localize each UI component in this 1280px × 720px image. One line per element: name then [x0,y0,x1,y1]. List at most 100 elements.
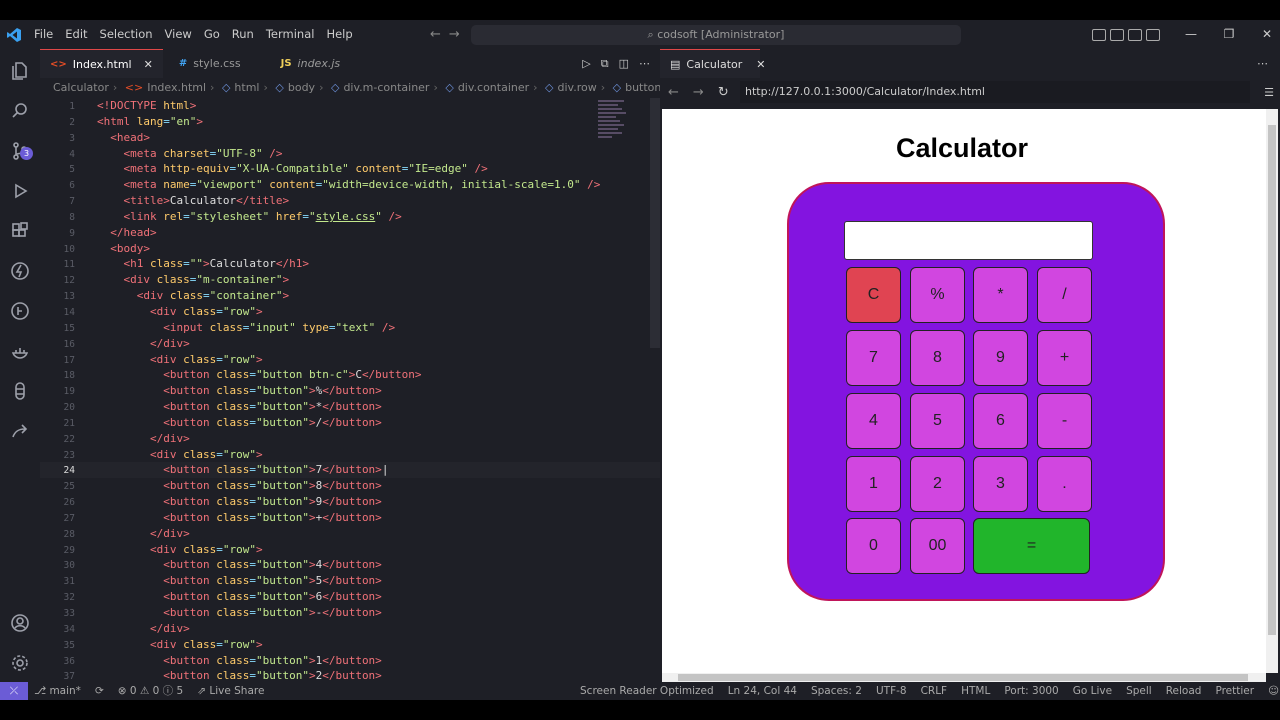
run-debug-icon[interactable] [8,179,32,203]
key-0[interactable]: 0 [846,518,901,574]
reload-button[interactable]: Reload [1166,682,1202,700]
key-3[interactable]: 3 [973,456,1028,512]
back-arrow-icon[interactable]: ← [430,27,441,42]
line-endings[interactable]: CRLF [921,682,948,700]
screen-reader-mode[interactable]: Screen Reader Optimized [580,682,714,700]
account-icon[interactable] [8,611,32,635]
menu-terminal[interactable]: Terminal [260,20,321,49]
feedback-icon[interactable]: ☺ [1268,682,1279,700]
menu-file[interactable]: File [28,20,59,49]
menu-help[interactable]: Help [320,20,358,49]
tab-style-css[interactable]: # style.css [163,49,251,78]
key-plus[interactable]: + [1037,330,1092,386]
forward-arrow-icon[interactable]: → [693,85,704,100]
key-decimal[interactable]: . [1037,456,1092,512]
problems-indicator[interactable]: ⊗ 0 ⚠ 0 ⓘ 5 [118,682,183,700]
customize-layout-icon[interactable] [1146,29,1160,41]
key-clear[interactable]: C [846,267,901,323]
toggle-sidebar-icon[interactable] [1092,29,1106,41]
key-divide[interactable]: / [1037,267,1092,323]
key-1[interactable]: 1 [846,456,901,512]
menu-icon[interactable]: ☰ [1264,78,1274,107]
encoding[interactable]: UTF-8 [876,682,907,700]
restore-icon[interactable]: ❐ [1210,20,1248,49]
forward-arrow-icon[interactable]: → [449,27,460,42]
close-tab-icon[interactable]: ✕ [756,58,765,71]
cursor-position[interactable]: Ln 24, Col 44 [728,682,797,700]
calculator-display-input[interactable] [844,221,1093,260]
menu-view[interactable]: View [159,20,198,49]
key-multiply[interactable]: * [973,267,1028,323]
key-5[interactable]: 5 [910,393,965,449]
code-line: 5 <meta http-equiv="X-UA-Compatible" con… [69,162,488,176]
extensions-icon[interactable] [8,219,32,243]
breadcrumb-item[interactable]: Index.html [147,81,206,94]
breadcrumb-item[interactable]: div.row [558,81,597,94]
menu-go[interactable]: Go [198,20,226,49]
editor-scrollbar[interactable] [650,98,660,348]
sync-icon[interactable]: ⟳ [95,682,104,700]
tab-index-html[interactable]: <> Index.html ✕ [40,49,163,78]
open-preview-icon[interactable]: ⧉ [601,49,609,78]
key-equals[interactable]: = [973,518,1090,574]
split-editor-icon[interactable]: ◫ [619,49,629,78]
reload-icon[interactable]: ↻ [718,85,729,100]
key-4[interactable]: 4 [846,393,901,449]
remote-indicator-icon[interactable]: ⤫ [0,682,28,700]
indentation[interactable]: Spaces: 2 [811,682,862,700]
code-editor[interactable]: 1 <!DOCTYPE html> 2 <html lang="en"> 3 <he… [40,98,660,682]
preview-vertical-scrollbar[interactable] [1266,109,1278,673]
run-icon[interactable]: ▷ [582,49,590,78]
command-center-search[interactable]: ⌕ codsoft [Administrator] [471,25,961,45]
more-actions-icon[interactable]: ⋯ [639,49,650,78]
key-6[interactable]: 6 [973,393,1028,449]
key-8[interactable]: 8 [910,330,965,386]
search-icon[interactable] [8,99,32,123]
breadcrumb-item[interactable]: html [234,81,259,94]
lightning-icon[interactable] [8,259,32,283]
branch-indicator[interactable]: ⎇ main* [34,682,81,700]
code-line: 20 <button class="button">*</button> [63,400,382,414]
close-window-icon[interactable]: ✕ [1248,20,1280,49]
figma-icon[interactable] [8,379,32,403]
language-mode[interactable]: HTML [961,682,990,700]
window-controls: — ❐ ✕ [1172,20,1280,49]
key-percent[interactable]: % [910,267,965,323]
breadcrumb-item[interactable]: button.button [625,81,660,94]
key-00[interactable]: 00 [910,518,965,574]
key-minus[interactable]: - [1037,393,1092,449]
preview-horizontal-scrollbar[interactable] [662,673,1266,682]
menu-run[interactable]: Run [226,20,260,49]
breadcrumb-item[interactable]: div.container [458,81,529,94]
url-bar[interactable]: http://127.0.0.1:3000/Calculator/Index.h… [740,81,1250,103]
breadcrumb-item[interactable]: Calculator [53,81,109,94]
breadcrumb-item[interactable]: body [288,81,315,94]
timeline-icon[interactable] [8,299,32,323]
back-arrow-icon[interactable]: ← [668,85,679,100]
go-live-button[interactable]: Go Live [1073,682,1112,700]
port-indicator[interactable]: Port: 3000 [1004,682,1058,700]
explorer-icon[interactable] [8,59,32,83]
editor-actions: ▷ ⧉ ◫ ⋯ [582,49,650,78]
close-tab-icon[interactable]: ✕ [144,58,153,71]
minimize-icon[interactable]: — [1172,20,1210,49]
code-line: 7 <title>Calculator</title> [69,194,290,208]
toggle-panel-icon[interactable] [1110,29,1124,41]
live-share-button[interactable]: ⇗ Live Share [197,682,264,700]
toggle-secondary-sidebar-icon[interactable] [1128,29,1142,41]
key-2[interactable]: 2 [910,456,965,512]
live-share-icon[interactable] [8,419,32,443]
minimap[interactable] [598,98,628,158]
key-7[interactable]: 7 [846,330,901,386]
prettier-button[interactable]: Prettier [1215,682,1254,700]
menu-edit[interactable]: Edit [59,20,93,49]
spell-check-button[interactable]: Spell [1126,682,1152,700]
docker-icon[interactable] [8,339,32,363]
key-9[interactable]: 9 [973,330,1028,386]
settings-gear-icon[interactable] [8,651,32,675]
more-actions-icon[interactable]: ⋯ [1257,49,1268,78]
tab-index-js[interactable]: JS index.js [251,49,351,78]
breadcrumb-item[interactable]: div.m-container [343,81,429,94]
tab-calculator-preview[interactable]: ▤ Calculator ✕ [660,49,765,78]
menu-selection[interactable]: Selection [94,20,159,49]
